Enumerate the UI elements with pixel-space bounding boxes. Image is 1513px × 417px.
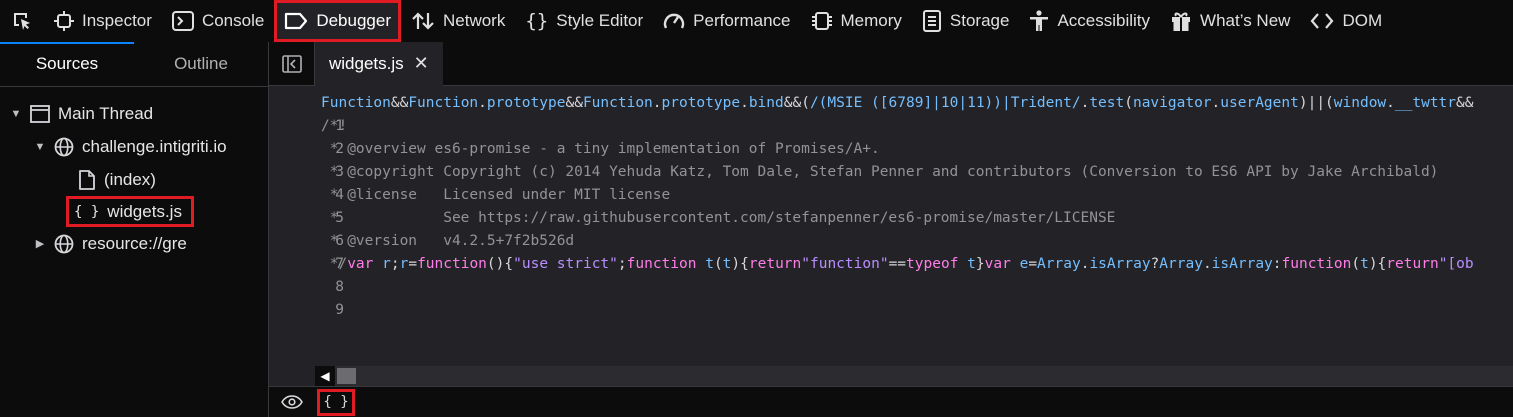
accessibility-icon — [1030, 10, 1049, 31]
code-line: 6 * See https://raw.githubusercontent.co… — [269, 207, 1513, 249]
chevron-down-icon[interactable]: ▼ — [8, 108, 24, 120]
tree-node-widgets-js[interactable]: { } widgets.js — [0, 196, 194, 227]
chevron-down-icon[interactable]: ▼ — [32, 141, 48, 153]
code-line: 5 * @license Licensed under MIT license — [269, 184, 1513, 226]
code-text: */var r;r=function(){"use strict";functi… — [321, 256, 1474, 272]
tab-memory[interactable]: Memory — [801, 0, 912, 42]
network-icon — [412, 12, 434, 30]
line-number[interactable]: 9 — [304, 299, 344, 322]
debugger-icon — [285, 12, 308, 30]
tab-label: Performance — [693, 11, 791, 30]
tree-node-label: Main Thread — [58, 103, 154, 123]
gift-icon — [1172, 12, 1191, 31]
sources-panel: Sources Outline ▼ Main Thread ▼ challeng… — [0, 42, 269, 417]
eye-icon — [281, 395, 303, 409]
horizontal-scrollbar[interactable]: ◀ — [315, 366, 1513, 386]
code-text: Function&&Function.prototype&&Function.p… — [321, 95, 1474, 111]
tab-dom[interactable]: DOM — [1300, 0, 1392, 42]
code-line: 9 — [269, 276, 1513, 318]
code-line: 3 * @overview es6-promise - a tiny imple… — [269, 138, 1513, 180]
editor-footer: { } — [269, 386, 1513, 417]
tab-label: Storage — [949, 11, 1010, 30]
tab-label: Style Editor — [556, 11, 644, 30]
console-icon — [171, 11, 194, 31]
tab-label: Debugger — [316, 11, 391, 30]
element-picker-button[interactable] — [0, 0, 44, 42]
code-text: /*! — [321, 118, 348, 134]
style-editor-icon: {} — [525, 10, 549, 32]
toggle-sources-button[interactable] — [269, 41, 315, 86]
editor-tab-label: widgets.js — [329, 53, 404, 73]
code-line: 8 */var r;r=function(){"use strict";func… — [269, 253, 1513, 295]
tab-style-editor[interactable]: {} Style Editor — [515, 0, 653, 42]
tab-outline[interactable]: Outline — [134, 42, 268, 86]
tree-node-domain[interactable]: ▼ challenge.intigriti.io — [0, 130, 268, 163]
storage-icon — [922, 10, 941, 32]
chevron-right-icon[interactable]: ▶ — [32, 237, 48, 250]
code-text: * @version v4.2.5+7f2b526d — [321, 233, 575, 249]
memory-icon — [811, 12, 832, 30]
devtools-toolbar: Inspector Console Debugger Network {} St… — [0, 0, 1513, 42]
sources-tree: ▼ Main Thread ▼ challenge.intigriti.io (… — [0, 87, 268, 260]
code-editor[interactable]: 1 Function&&Function.prototype&&Function… — [269, 86, 1513, 366]
tab-label: Accessibility — [1057, 11, 1151, 30]
scroll-left-icon[interactable]: ◀ — [315, 366, 335, 386]
tab-label: Inspector — [82, 11, 152, 30]
tree-node-resource[interactable]: ▶ resource://gre — [0, 227, 268, 260]
tab-whats-new[interactable]: What’s New — [1160, 0, 1300, 42]
globe-icon — [54, 234, 74, 253]
sources-tabs: Sources Outline — [0, 42, 268, 87]
code-line: 4 * @copyright Copyright (c) 2014 Yehuda… — [269, 161, 1513, 203]
tab-inspector[interactable]: Inspector — [44, 0, 162, 42]
tab-label: DOM — [1342, 11, 1383, 30]
code-text: * @overview es6-promise - a tiny impleme… — [321, 141, 880, 157]
close-icon[interactable]: ✕ — [414, 53, 429, 74]
tab-label: What’s New — [1200, 11, 1291, 30]
sidebar-collapse-icon — [281, 54, 302, 73]
pretty-print-button[interactable]: { } — [317, 388, 355, 416]
editor-tab-widgets-js[interactable]: widgets.js ✕ — [315, 41, 443, 86]
performance-icon — [663, 13, 685, 29]
code-line: 1 Function&&Function.prototype&&Function… — [269, 92, 1513, 134]
tab-storage[interactable]: Storage — [912, 0, 1020, 42]
watch-expressions-button[interactable] — [269, 395, 315, 409]
editor-tab-bar: widgets.js ✕ — [269, 41, 1513, 86]
tree-node-main-thread[interactable]: ▼ Main Thread — [0, 97, 268, 130]
window-icon — [30, 104, 50, 123]
tab-label: Console — [201, 11, 265, 30]
tab-debugger[interactable]: Debugger — [274, 0, 401, 42]
tab-network[interactable]: Network — [401, 0, 515, 42]
scrollbar-thumb[interactable] — [337, 368, 356, 384]
tab-label: Memory — [840, 11, 902, 30]
tab-accessibility[interactable]: Accessibility — [1019, 0, 1160, 42]
globe-icon — [54, 137, 74, 156]
tree-node-label: widgets.js — [107, 201, 182, 221]
js-file-icon: { } — [74, 203, 100, 220]
code-text: * @copyright Copyright (c) 2014 Yehuda K… — [321, 164, 1439, 180]
code-line: 2 /*! — [269, 115, 1513, 157]
tree-node-index[interactable]: (index) — [0, 163, 268, 196]
tab-console[interactable]: Console — [162, 0, 274, 42]
tab-sources[interactable]: Sources — [0, 42, 134, 86]
tree-node-label: (index) — [104, 169, 156, 189]
tab-label: Network — [442, 11, 506, 30]
code-line: 7 * @version v4.2.5+7f2b526d — [269, 230, 1513, 272]
code-text: * See https://raw.githubusercontent.com/… — [321, 210, 1116, 226]
file-icon — [79, 169, 95, 190]
element-picker-icon — [14, 13, 30, 30]
dom-icon — [1310, 13, 1334, 29]
tab-performance[interactable]: Performance — [653, 0, 800, 42]
tree-node-label: challenge.intigriti.io — [82, 136, 227, 156]
code-text: * @license Licensed under MIT license — [321, 187, 671, 203]
tree-node-label: resource://gre — [82, 233, 187, 253]
inspector-icon — [54, 11, 74, 31]
